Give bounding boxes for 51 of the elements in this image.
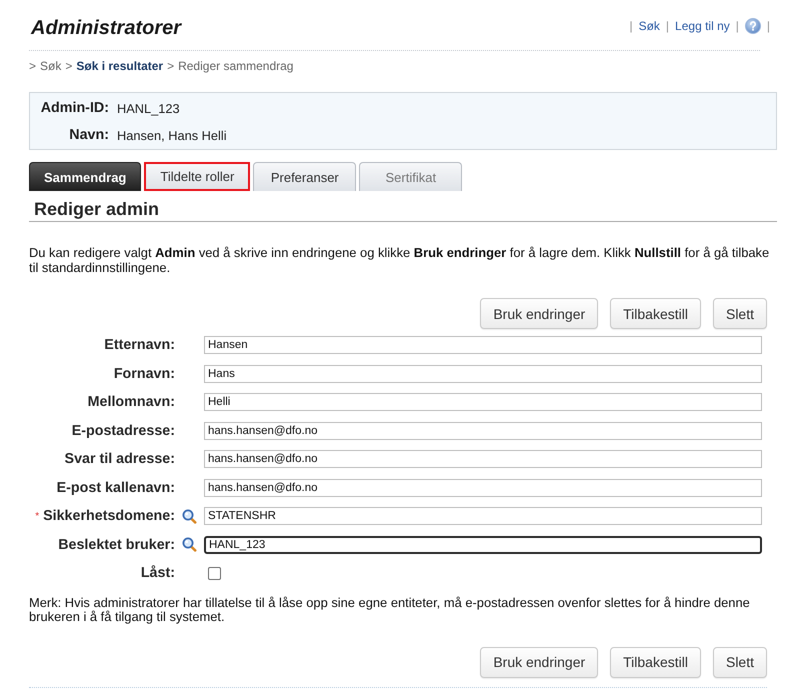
field-label: Mellomnavn: xyxy=(88,394,175,410)
input-field[interactable]: Hans xyxy=(204,364,762,383)
breadcrumb-link[interactable]: Søk xyxy=(40,59,62,73)
action-button[interactable]: Bruk endringer xyxy=(480,298,598,329)
input-field[interactable]: Hansen xyxy=(204,336,762,354)
input-field[interactable]: Helli xyxy=(204,393,762,412)
search-icon[interactable] xyxy=(182,508,197,524)
input-field[interactable]: STATENSHR xyxy=(204,507,762,526)
summary-value: Hansen, Hans Helli xyxy=(117,128,227,142)
field-label: Fornavn: xyxy=(114,366,175,382)
required-mark: * xyxy=(35,510,40,522)
checkbox[interactable] xyxy=(208,566,221,580)
breadcrumb-link[interactable]: Søk i resultater xyxy=(76,59,164,73)
action-button[interactable]: Tilbakestill xyxy=(610,298,701,329)
link-separator: | xyxy=(666,18,670,35)
field-label: E-post kallenavn: xyxy=(56,480,175,496)
breadcrumb-separator: > xyxy=(29,59,36,73)
section-heading: Rediger admin xyxy=(29,191,777,222)
action-button[interactable]: Tilbakestill xyxy=(610,646,701,678)
link-separator: | xyxy=(736,18,739,35)
input-field[interactable]: HANL_123 xyxy=(204,536,762,554)
summary-value: HANL_123 xyxy=(117,100,180,116)
input-field[interactable]: hans.hansen@dfo.no xyxy=(204,450,762,468)
field-label: Svar til adresse: xyxy=(64,451,175,468)
input-field[interactable]: hans.hansen@dfo.no xyxy=(204,422,762,440)
action-button[interactable]: Slett xyxy=(712,298,767,329)
tab[interactable]: Sammendrag xyxy=(29,162,142,191)
intro-text: Du kan redigere valgt Admin ved å skrive inn endringene og klikke Bruk endringer for å lagre dem. Klikk Nullstill for å gå tilbake til standardinnstillingene. xyxy=(29,245,770,275)
page-title: Administratorer xyxy=(31,16,182,40)
summary-label: Navn: xyxy=(68,127,109,143)
action-button[interactable]: Bruk endringer xyxy=(480,646,598,678)
breadcrumb-current: Rediger sammendrag xyxy=(178,59,294,73)
header-link[interactable]: Søk xyxy=(638,17,660,35)
tab[interactable]: Tildelte roller xyxy=(144,162,250,191)
action-button[interactable]: Slett xyxy=(712,646,767,678)
link-separator: | xyxy=(629,18,633,35)
field-label: Låst: xyxy=(140,565,175,582)
field-label: Beslektet bruker: xyxy=(58,536,175,553)
field-label: Sikkerhetsdomene: xyxy=(43,508,175,524)
help-icon[interactable] xyxy=(744,18,761,34)
breadcrumb-separator: > xyxy=(65,59,72,73)
header-link[interactable]: Legg til ny xyxy=(675,17,730,35)
link-separator: | xyxy=(766,18,770,35)
field-label: Etternavn: xyxy=(104,337,175,354)
breadcrumb-separator: > xyxy=(167,59,174,73)
tab[interactable]: Preferanser xyxy=(253,162,356,191)
note-text: Merk: Hvis administratorer har tillatelse til å låse opp sine egne entiteter, må e-postadressen ovenfor slettes for å hindre denne brukeren i å få tilgang til systemet. xyxy=(29,596,751,624)
search-icon[interactable] xyxy=(182,537,197,552)
summary-label: Admin-ID: xyxy=(40,100,109,116)
input-field[interactable]: hans.hansen@dfo.no xyxy=(204,478,762,497)
field-label: E-postadresse: xyxy=(72,422,175,439)
